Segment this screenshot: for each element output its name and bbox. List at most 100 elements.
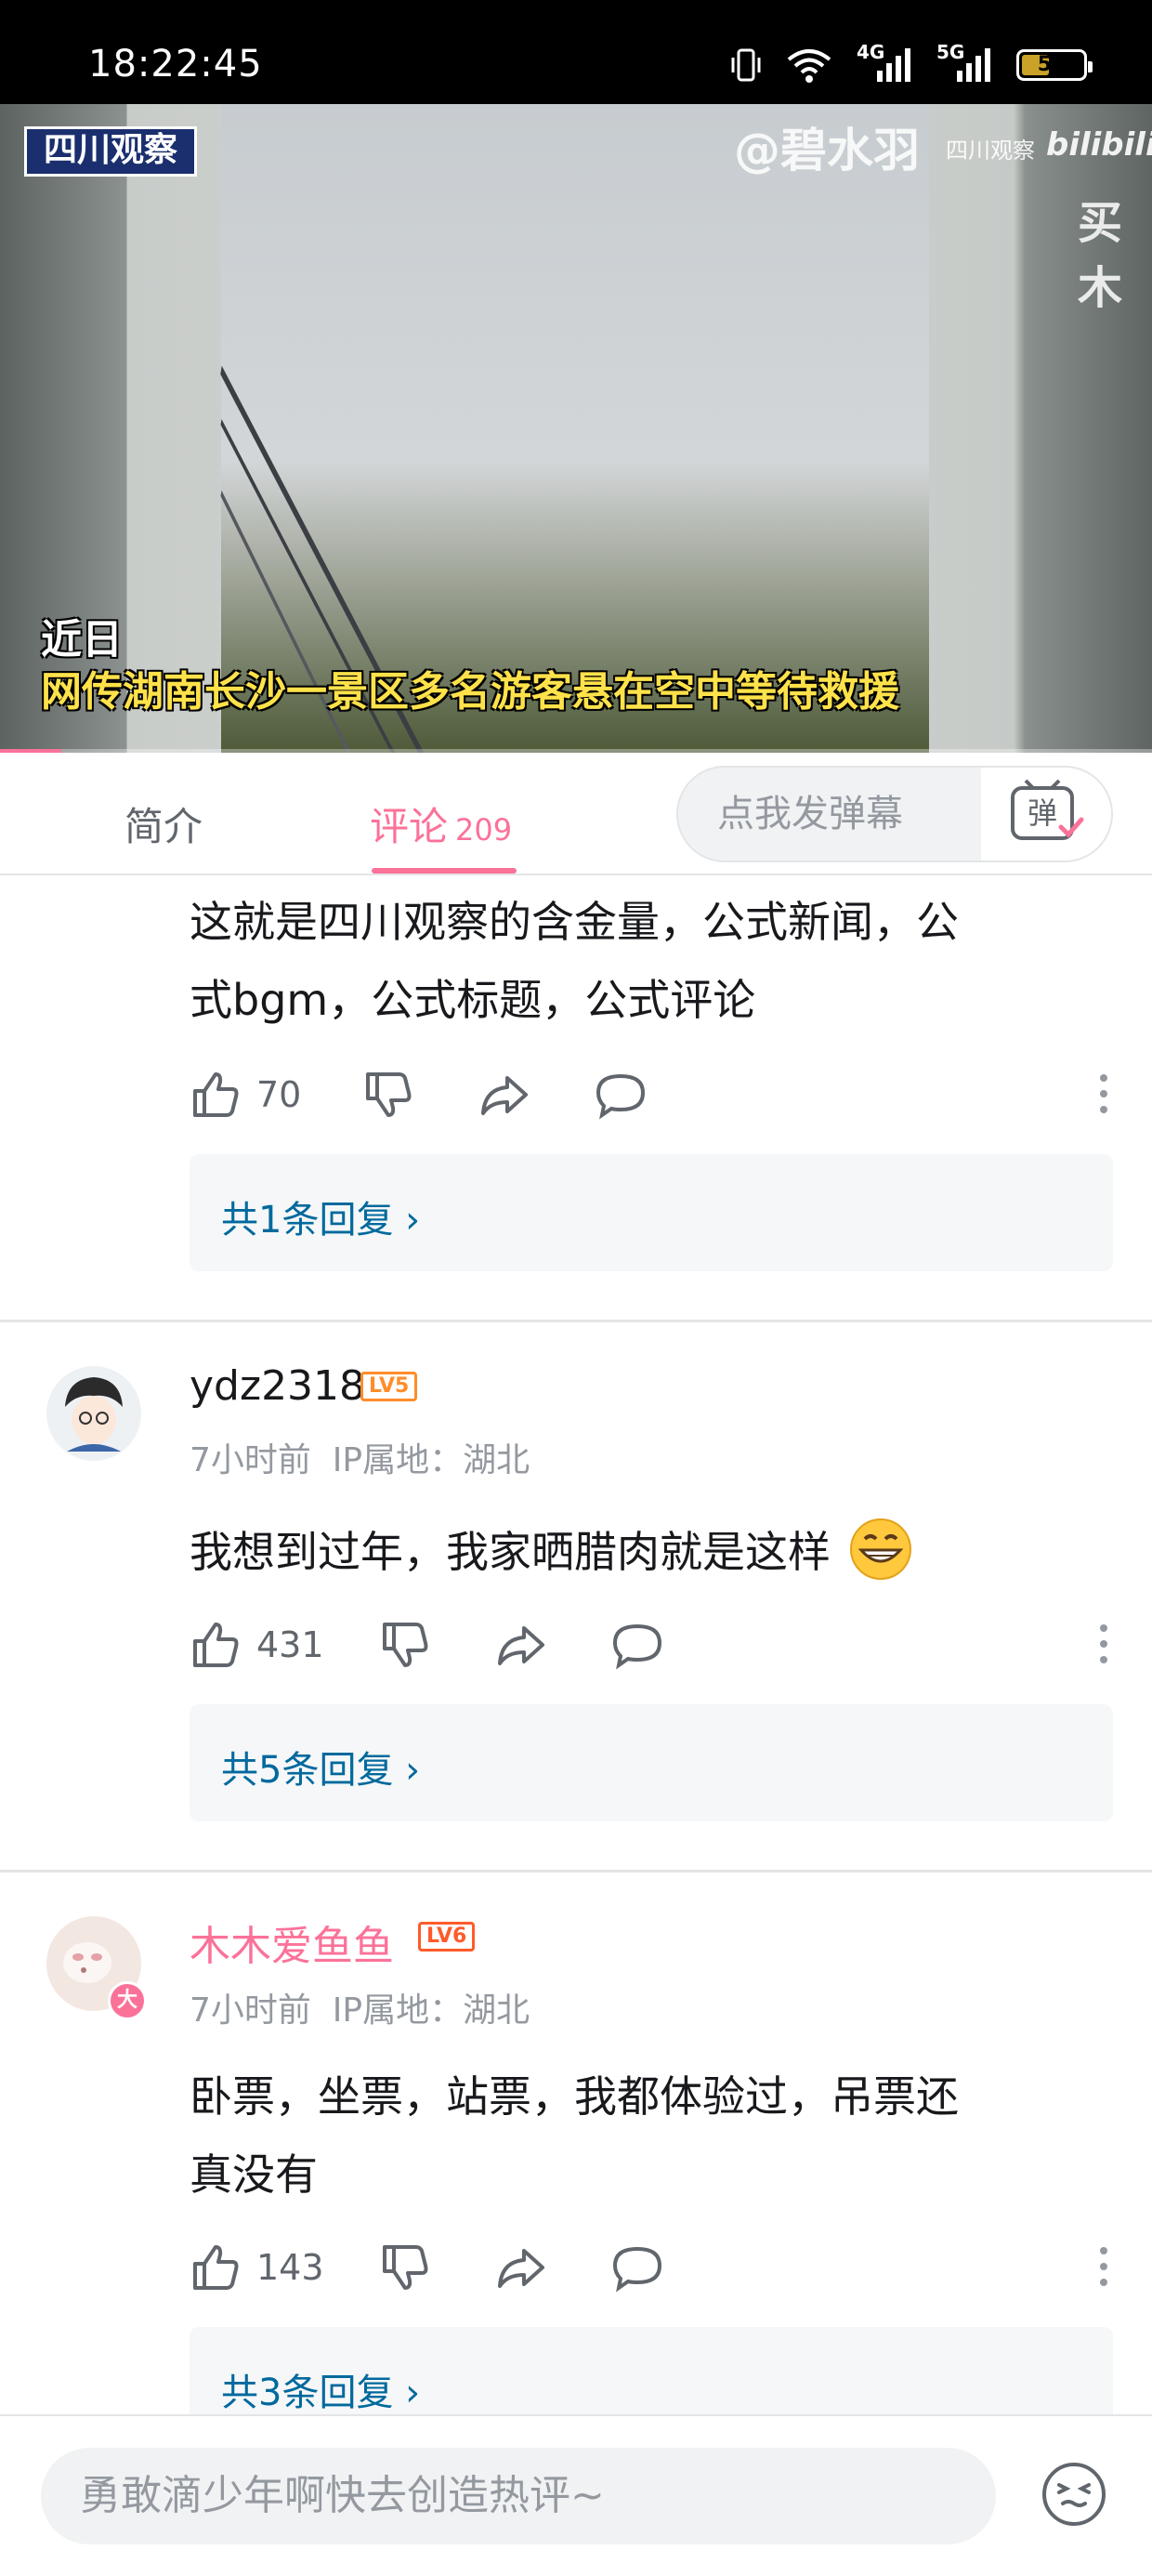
video-caption-line1: 近日 bbox=[41, 616, 123, 664]
tab-bar: 简介 评论 209 点我发弹幕 弹 bbox=[0, 753, 1152, 875]
share-icon bbox=[498, 2249, 544, 2288]
danmaku-input[interactable]: 点我发弹幕 bbox=[678, 768, 983, 861]
comment-2-dislike-button[interactable] bbox=[379, 1619, 431, 1671]
comment-3-replies-link: 共3条回复 › bbox=[221, 2362, 420, 2416]
comment-3-time: 7小时前 bbox=[190, 1991, 311, 2030]
comment-3-username[interactable]: 木木爱鱼鱼 bbox=[190, 1912, 394, 1972]
comment-1-like-count: 70 bbox=[256, 1074, 302, 1115]
thumbs-up-icon bbox=[193, 2245, 239, 2290]
comment-input[interactable]: 勇敢滴少年啊快去创造热评~ bbox=[41, 2448, 996, 2544]
comment-1-more-icon[interactable] bbox=[1100, 1074, 1109, 1122]
danmaku-toggle-glyph: 弹 bbox=[1028, 795, 1057, 831]
thumbs-down-icon bbox=[383, 2245, 428, 2290]
tab-active-indicator bbox=[372, 868, 517, 874]
comment-3-avatar-badge: 大 bbox=[108, 1981, 147, 2020]
bottom-comment-bar: 勇敢滴少年啊快去创造热评~ bbox=[0, 2414, 1152, 2576]
thumbs-up-icon bbox=[193, 1072, 239, 1117]
comment-bubble-icon bbox=[596, 1073, 646, 1120]
watermark-right: 买木 bbox=[1078, 197, 1123, 314]
comment-2-ip: IP属地：湖北 bbox=[332, 1441, 530, 1479]
status-time: 18:22:45 bbox=[88, 43, 263, 85]
comment-3-replies-label: 共3条回复 bbox=[221, 2372, 394, 2414]
comment-2-more-icon[interactable] bbox=[1100, 1624, 1109, 1672]
video-scene bbox=[220, 365, 425, 753]
comment-1-like-button[interactable]: 70 bbox=[190, 1069, 301, 1121]
comment-3-more-icon[interactable] bbox=[1100, 2247, 1109, 2294]
comment-2-like-count: 431 bbox=[256, 1624, 324, 1665]
comment-3-actions: 143 bbox=[190, 2241, 1109, 2297]
danmaku-toggle-button[interactable]: 弹 bbox=[981, 768, 1111, 861]
video-player[interactable]: 四川观察 @碧水羽 四川观察 bilibili 买木 近日 网传湖南长沙一景区多… bbox=[0, 104, 1152, 753]
tab-comments-label: 评论 bbox=[370, 804, 449, 849]
divider bbox=[0, 1320, 1152, 1322]
signal-5g-icon: 5G bbox=[936, 41, 992, 84]
comment-3-level-badge: LV6 bbox=[418, 1922, 476, 1952]
comment-2-text-body: 我想到过年，我家晒腊肉就是这样 bbox=[190, 1527, 831, 1577]
channel-logo: 四川观察 bbox=[24, 126, 197, 177]
comment-3-text-line2: 真没有 bbox=[190, 2149, 318, 2200]
comment-2-username[interactable]: ydz2318 bbox=[190, 1362, 365, 1410]
divider bbox=[0, 1870, 1152, 1873]
comment-2-text: 我想到过年，我家晒腊肉就是这样 bbox=[190, 1513, 1100, 1591]
comment-3-meta: 7小时前 IP属地：湖北 bbox=[190, 1983, 530, 2031]
thumbs-down-icon bbox=[366, 1072, 412, 1117]
comment-2-meta: 7小时前 IP属地：湖北 bbox=[190, 1433, 530, 1481]
chevron-right-icon: › bbox=[405, 2372, 421, 2414]
comment-3-text: 卧票，坐票，站票，我都体验过，吊票还 真没有 bbox=[190, 2057, 1100, 2214]
comment-2-actions: 431 bbox=[190, 1619, 1109, 1675]
comment-3-dislike-button[interactable] bbox=[379, 2241, 431, 2293]
wifi-icon bbox=[787, 49, 831, 83]
comment-1-text-line2: 式bgm，公式标题，公式评论 bbox=[190, 975, 756, 1025]
comment-1-text-line1: 这就是四川观察的含金量，公式新闻，公 bbox=[190, 897, 959, 947]
comment-2-share-button[interactable] bbox=[494, 1619, 546, 1671]
comment-3-text-line1: 卧票，坐票，站票，我都体验过，吊票还 bbox=[190, 2071, 959, 2122]
comment-3-like-count: 143 bbox=[256, 2247, 324, 2288]
comment-3-like-button[interactable]: 143 bbox=[190, 2241, 324, 2293]
tab-comments[interactable]: 评论 209 bbox=[370, 795, 512, 852]
comment-1-replies-label: 共1条回复 bbox=[221, 1199, 394, 1242]
comment-1-replies-link: 共1条回复 › bbox=[221, 1189, 420, 1243]
danmaku-bar: 点我发弹幕 弹 bbox=[676, 766, 1113, 862]
comment-1-dislike-button[interactable] bbox=[362, 1069, 414, 1121]
chevron-right-icon: › bbox=[405, 1199, 421, 1242]
comment-2-replies-link: 共5条回复 › bbox=[221, 1740, 420, 1794]
comment-1-text: 这就是四川观察的含金量，公式新闻，公 式bgm，公式标题，公式评论 bbox=[190, 883, 1100, 1039]
danmaku-toggle-icon: 弹 bbox=[1011, 779, 1084, 840]
comment-3-share-button[interactable] bbox=[494, 2241, 546, 2293]
signal-4g-icon: 4G bbox=[857, 41, 912, 84]
share-icon bbox=[481, 1076, 528, 1115]
battery-level: 50 bbox=[1037, 53, 1067, 76]
thumbs-down-icon bbox=[383, 1623, 428, 1667]
status-icons: 4G 5G 50 bbox=[730, 41, 1093, 84]
comment-1-share-button[interactable] bbox=[478, 1069, 530, 1121]
avatar-image bbox=[47, 1367, 140, 1460]
share-icon bbox=[498, 1626, 544, 1665]
watermark-site: 四川观察 bbox=[946, 138, 1035, 164]
comment-2-replies[interactable]: 共5条回复 › bbox=[190, 1704, 1113, 1821]
comment-2-reply-button[interactable] bbox=[611, 1619, 663, 1671]
emoji-button[interactable] bbox=[1041, 2461, 1107, 2528]
thumbs-up-icon bbox=[193, 1623, 239, 1667]
status-bar: 18:22:45 4G 5G 50 bbox=[0, 0, 1152, 104]
comment-bubble-icon bbox=[612, 1623, 662, 1670]
grinning-face-emoji bbox=[849, 1518, 911, 1580]
watermark-user: @碧水羽 bbox=[734, 124, 920, 177]
battery-icon: 50 bbox=[1016, 49, 1093, 81]
comment-2-replies-label: 共5条回复 bbox=[221, 1749, 394, 1792]
emoji-face-icon bbox=[1042, 2463, 1106, 2526]
chevron-right-icon: › bbox=[405, 1749, 421, 1792]
tab-comments-count: 209 bbox=[455, 812, 513, 848]
comment-bubble-icon bbox=[612, 2246, 662, 2293]
comment-1-reply-button[interactable] bbox=[595, 1069, 647, 1121]
vibrate-icon bbox=[731, 48, 761, 82]
comment-2-time: 7小时前 bbox=[190, 1441, 311, 1479]
tab-intro[interactable]: 简介 bbox=[124, 795, 203, 852]
comment-3-ip: IP属地：湖北 bbox=[332, 1991, 530, 2030]
watermark-bilibili: bilibili bbox=[1046, 126, 1152, 164]
comment-2-level-badge: LV5 bbox=[360, 1372, 418, 1401]
avatar[interactable] bbox=[46, 1366, 141, 1461]
comment-1-replies[interactable]: 共1条回复 › bbox=[190, 1154, 1113, 1271]
comment-3-reply-button[interactable] bbox=[611, 2241, 663, 2293]
comment-2-like-button[interactable]: 431 bbox=[190, 1619, 324, 1671]
video-caption-line2: 网传湖南长沙一景区多名游客悬在空中等待救援 bbox=[41, 668, 899, 716]
